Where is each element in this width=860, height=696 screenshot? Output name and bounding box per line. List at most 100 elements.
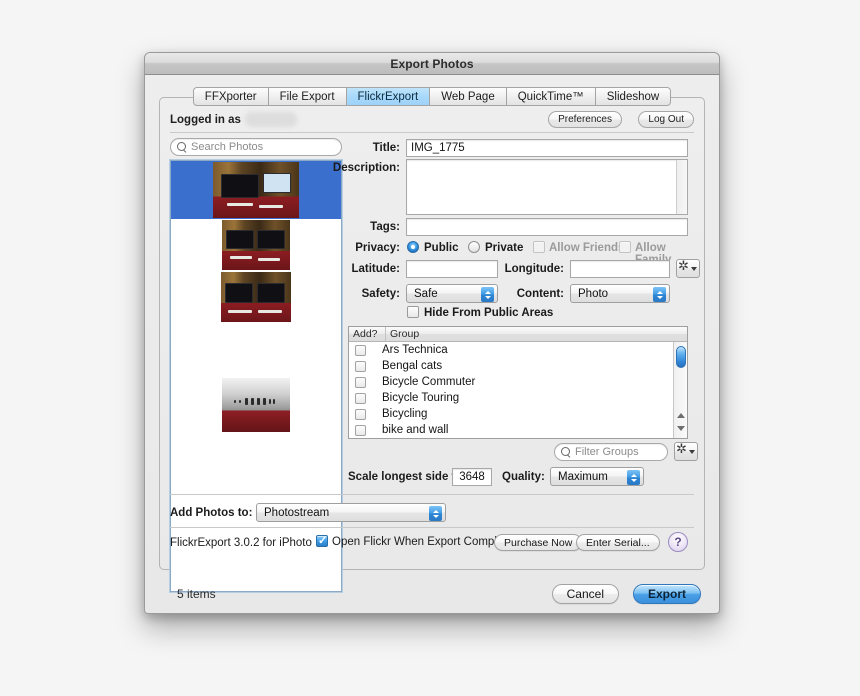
tab-slideshow[interactable]: Slideshow (595, 87, 672, 106)
safety-dropdown[interactable]: Safe (406, 284, 498, 303)
table-row[interactable]: Ars Technica (349, 342, 687, 358)
hide-from-public-areas-label: Hide From Public Areas (424, 307, 554, 319)
add-photos-to-dropdown[interactable]: Photostream (256, 503, 446, 522)
list-item[interactable] (171, 271, 341, 323)
search-photos-input[interactable]: Search Photos (170, 138, 342, 156)
table-row[interactable]: Bicycle Touring (349, 390, 687, 406)
export-button[interactable]: Export (632, 584, 701, 604)
filter-groups-input[interactable]: Filter Groups (554, 443, 668, 461)
tab-flickrexport[interactable]: FlickrExport (346, 87, 431, 106)
filter-groups-placeholder: Filter Groups (575, 446, 639, 458)
window-titlebar: Export Photos (145, 53, 719, 75)
tab-ffxporter[interactable]: FFXporter (192, 87, 269, 106)
description-label: Description: (332, 162, 400, 174)
chevron-down-icon (691, 266, 697, 271)
latitude-input[interactable] (406, 260, 498, 278)
quality-dropdown[interactable]: Maximum (550, 467, 644, 486)
radio-private-label: Private (485, 242, 524, 254)
purchase-now-button[interactable]: Purchase Now (494, 534, 583, 551)
scroll-down-icon[interactable] (677, 426, 685, 431)
row-checkbox[interactable] (355, 360, 366, 372)
group-name: Bicycle Commuter (382, 376, 476, 388)
column-header-add[interactable]: Add? (349, 327, 386, 341)
groups-scrollbar[interactable] (673, 342, 687, 438)
list-item[interactable] (171, 219, 341, 271)
search-icon (561, 447, 571, 457)
description-scrollbar[interactable] (676, 160, 687, 214)
row-checkbox[interactable] (355, 392, 366, 404)
scroll-up-icon[interactable] (677, 413, 685, 418)
thumbnail-desk-two-monitors-keyboards[interactable] (221, 272, 291, 322)
column-header-group[interactable]: Group (386, 327, 687, 341)
add-photos-to-label: Add Photos to: (170, 507, 253, 519)
latitude-label: Latitude: (351, 263, 400, 275)
tags-input[interactable] (406, 218, 688, 236)
groups-table-header: Add? Group (349, 327, 687, 342)
export-photos-window: Export Photos FFXporter File Export Flic… (144, 52, 720, 614)
row-checkbox[interactable] (355, 376, 366, 388)
cancel-button[interactable]: Cancel (551, 584, 619, 604)
list-item[interactable] (171, 323, 341, 377)
divider-mid (170, 494, 694, 495)
thumbnail-imac-back-ports[interactable] (222, 378, 290, 432)
group-name: Bicycle Touring (382, 392, 460, 404)
group-name: bike and wall (382, 424, 449, 436)
row-checkbox[interactable] (355, 408, 366, 420)
help-button[interactable]: ? (668, 532, 688, 552)
groups-gear-button[interactable] (674, 442, 698, 461)
purchase-now-label: Purchase Now (504, 536, 573, 549)
longitude-input[interactable] (570, 260, 670, 278)
checkbox-hide-from-public-areas[interactable] (407, 306, 419, 318)
groups-table[interactable]: Add? Group Ars Technica Bengal cats Bicy… (348, 326, 688, 439)
checkbox-allow-family[interactable] (619, 241, 631, 253)
preferences-button[interactable]: Preferences (548, 111, 622, 128)
open-flickr-label: Open Flickr When Export Complete (332, 536, 513, 548)
thumbnail-desk-dual-monitors[interactable] (222, 220, 290, 270)
gear-icon (678, 259, 690, 274)
content-dropdown[interactable]: Photo (570, 284, 670, 303)
checkbox-allow-friends[interactable] (533, 241, 545, 253)
radio-public[interactable] (407, 241, 419, 253)
privacy-label: Privacy: (355, 242, 400, 254)
table-row[interactable]: Bicycling (349, 406, 687, 422)
checkbox-open-flickr-when-complete[interactable] (316, 534, 328, 548)
table-row[interactable]: Bike Nation (349, 438, 687, 439)
window-body: FFXporter File Export FlickrExport Web P… (145, 75, 719, 613)
scale-value: 3648 (459, 471, 485, 483)
enter-serial-label: Enter Serial... (586, 536, 650, 549)
tab-label: Slideshow (606, 90, 660, 103)
tab-file-export[interactable]: File Export (268, 87, 347, 106)
list-item[interactable] (171, 161, 341, 219)
title-label: Title: (372, 142, 400, 154)
thumbnail-doorway-wood-panel[interactable] (237, 324, 275, 376)
row-checkbox[interactable] (355, 344, 366, 356)
scrollbar-thumb[interactable] (676, 346, 686, 368)
content-label: Content: (516, 288, 564, 300)
tab-quicktime[interactable]: QuickTime™ (506, 87, 596, 106)
list-item[interactable] (171, 377, 341, 433)
location-gear-button[interactable] (676, 259, 700, 278)
scale-input[interactable]: 3648 (452, 468, 492, 486)
account-row: Logged in as Preferences Log Out (170, 111, 694, 130)
logout-button[interactable]: Log Out (638, 111, 694, 128)
thumbnail-desk-with-monitors-lit-screen[interactable] (213, 162, 299, 218)
radio-private[interactable] (468, 241, 480, 253)
stepper-icon (481, 287, 494, 302)
logged-in-label: Logged in as (170, 114, 241, 126)
tab-web-page[interactable]: Web Page (430, 87, 507, 106)
window-title: Export Photos (390, 56, 474, 71)
row-checkbox[interactable] (355, 424, 366, 436)
username-redacted (245, 112, 297, 127)
enter-serial-button[interactable]: Enter Serial... (576, 534, 660, 551)
description-textarea[interactable] (406, 159, 688, 215)
table-row[interactable]: Bicycle Commuter (349, 374, 687, 390)
tab-bar: FFXporter File Export FlickrExport Web P… (145, 87, 719, 106)
title-input[interactable]: IMG_1775 (406, 139, 688, 157)
stepper-icon (627, 470, 640, 485)
group-name: Bengal cats (382, 360, 443, 372)
radio-public-label: Public (424, 242, 459, 254)
table-row[interactable]: Bengal cats (349, 358, 687, 374)
tab-label: FlickrExport (357, 90, 419, 103)
export-label: Export (647, 587, 686, 601)
table-row[interactable]: bike and wall (349, 422, 687, 438)
